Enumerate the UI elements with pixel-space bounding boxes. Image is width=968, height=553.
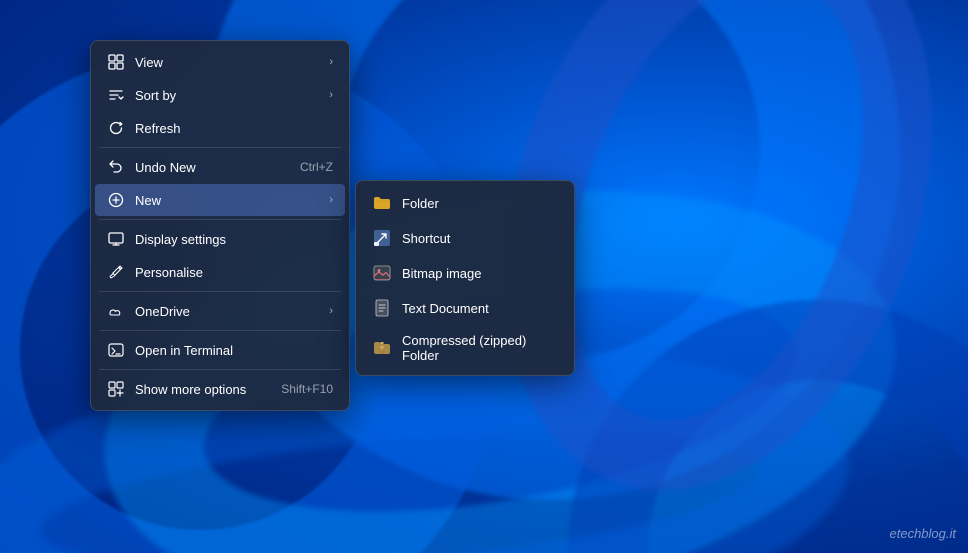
submenu-item-bitmap[interactable]: Bitmap image xyxy=(360,256,570,290)
zip-icon xyxy=(372,338,392,358)
textdoc-icon xyxy=(372,298,392,318)
display-icon xyxy=(107,230,125,248)
personalise-icon xyxy=(107,263,125,281)
personalise-label: Personalise xyxy=(135,265,333,280)
submenu-item-folder[interactable]: Folder xyxy=(360,186,570,220)
context-menu: View › Sort by › Refresh xyxy=(90,40,350,411)
onedrive-icon xyxy=(107,302,125,320)
divider-1 xyxy=(99,147,341,148)
menu-item-onedrive[interactable]: OneDrive › xyxy=(95,295,345,327)
more-shortcut: Shift+F10 xyxy=(281,382,333,396)
shortcut-icon xyxy=(372,228,392,248)
undo-shortcut: Ctrl+Z xyxy=(300,160,333,174)
refresh-label: Refresh xyxy=(135,121,333,136)
sort-label: Sort by xyxy=(135,88,319,103)
textdoc-label: Text Document xyxy=(402,301,489,316)
menu-item-new[interactable]: New › xyxy=(95,184,345,216)
view-icon xyxy=(107,53,125,71)
menu-item-refresh[interactable]: Refresh xyxy=(95,112,345,144)
refresh-icon xyxy=(107,119,125,137)
divider-3 xyxy=(99,291,341,292)
view-arrow: › xyxy=(329,56,333,68)
submenu-item-textdoc[interactable]: Text Document xyxy=(360,291,570,325)
new-icon xyxy=(107,191,125,209)
menu-item-more[interactable]: Show more options Shift+F10 xyxy=(95,373,345,405)
menu-item-sort[interactable]: Sort by › xyxy=(95,79,345,111)
new-item-wrapper: New › Folder xyxy=(91,184,349,216)
new-arrow: › xyxy=(329,194,333,206)
menu-item-view[interactable]: View › xyxy=(95,46,345,78)
new-submenu: Folder Shortcut xyxy=(355,180,575,376)
onedrive-label: OneDrive xyxy=(135,304,319,319)
folder-icon xyxy=(372,193,392,213)
menu-item-undo[interactable]: Undo New Ctrl+Z xyxy=(95,151,345,183)
menu-item-display[interactable]: Display settings xyxy=(95,223,345,255)
view-label: View xyxy=(135,55,319,70)
terminal-icon xyxy=(107,341,125,359)
folder-label: Folder xyxy=(402,196,439,211)
zip-label: Compressed (zipped) Folder xyxy=(402,333,558,363)
submenu-item-zip[interactable]: Compressed (zipped) Folder xyxy=(360,326,570,370)
watermark: etechblog.it xyxy=(890,526,957,541)
onedrive-arrow: › xyxy=(329,305,333,317)
sort-arrow: › xyxy=(329,89,333,101)
divider-2 xyxy=(99,219,341,220)
submenu-item-shortcut[interactable]: Shortcut xyxy=(360,221,570,255)
more-label: Show more options xyxy=(135,382,271,397)
new-label: New xyxy=(135,193,319,208)
divider-4 xyxy=(99,330,341,331)
divider-5 xyxy=(99,369,341,370)
undo-label: Undo New xyxy=(135,160,290,175)
shortcut-label: Shortcut xyxy=(402,231,450,246)
terminal-label: Open in Terminal xyxy=(135,343,333,358)
undo-icon xyxy=(107,158,125,176)
menu-item-terminal[interactable]: Open in Terminal xyxy=(95,334,345,366)
bitmap-label: Bitmap image xyxy=(402,266,481,281)
menu-item-personalise[interactable]: Personalise xyxy=(95,256,345,288)
more-icon xyxy=(107,380,125,398)
sort-icon xyxy=(107,86,125,104)
bitmap-icon xyxy=(372,263,392,283)
display-label: Display settings xyxy=(135,232,333,247)
